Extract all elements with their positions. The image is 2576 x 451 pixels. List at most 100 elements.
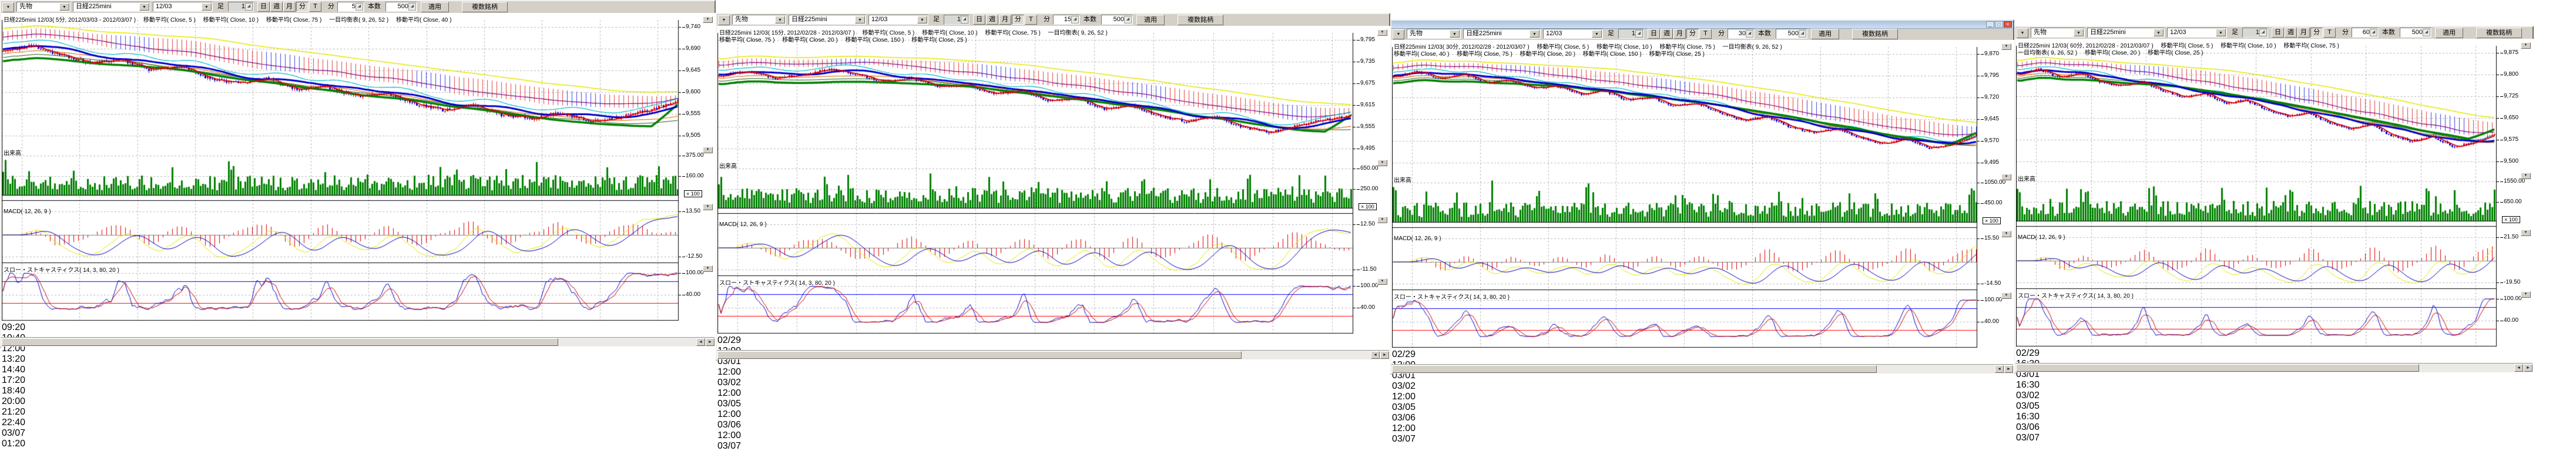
period-button-2[interactable]: 月 bbox=[1673, 29, 1686, 39]
pane-scale-button[interactable]: ▼ bbox=[1377, 217, 1387, 223]
bars-spinner[interactable]: 500◢ bbox=[385, 2, 417, 12]
pane-scale-button[interactable]: ▼ bbox=[2001, 174, 2011, 180]
period-button-0[interactable]: 日 bbox=[257, 2, 270, 12]
scroll-right-icon[interactable]: ► bbox=[706, 338, 715, 346]
minute-spinner[interactable]: 15◢ bbox=[1053, 15, 1080, 25]
period-button-3[interactable]: 分 bbox=[1012, 15, 1024, 25]
chevron-down-icon[interactable]: ▼ bbox=[1530, 30, 1539, 38]
scroll-right-icon[interactable]: ► bbox=[1380, 351, 1389, 359]
chevron-down-icon[interactable]: ▼ bbox=[855, 16, 865, 23]
multi-symbol-button[interactable]: 複数銘柄 bbox=[1852, 29, 1898, 39]
bar-count-spinner[interactable]: 1◢ bbox=[228, 2, 254, 12]
period-button-0[interactable]: 日 bbox=[973, 15, 985, 25]
horizontal-scrollbar[interactable]: ◄► bbox=[717, 350, 1389, 359]
minimize-button[interactable]: _ bbox=[1986, 21, 1994, 28]
chevron-down-icon[interactable]: ▼ bbox=[917, 16, 927, 23]
chevron-down-icon[interactable]: ▼ bbox=[59, 3, 69, 11]
bar-count-spinner[interactable]: 1◢ bbox=[1618, 29, 1644, 39]
period-button-4[interactable]: T bbox=[1699, 29, 1712, 39]
apply-button[interactable]: 適用 bbox=[2435, 28, 2463, 38]
period-button-4[interactable]: T bbox=[1025, 15, 1037, 25]
spinner-icon[interactable]: ◢ bbox=[2259, 29, 2267, 36]
symbol-select[interactable]: 日経225mini▼ bbox=[73, 2, 150, 12]
pane-scale-button[interactable]: ▼ bbox=[1377, 29, 1387, 36]
pane-scale-button[interactable]: ▼ bbox=[2001, 43, 2011, 50]
category-select[interactable]: 先物▼ bbox=[732, 15, 786, 25]
bars-spinner[interactable]: 500◢ bbox=[2400, 28, 2431, 38]
spinner-icon[interactable]: ◢ bbox=[2423, 29, 2430, 36]
pane-scale-button[interactable]: ▼ bbox=[2521, 42, 2531, 49]
pane-scale-button[interactable]: ▼ bbox=[2001, 292, 2011, 299]
pane-scale-button[interactable]: ▼ bbox=[2521, 291, 2531, 298]
bar-count-spinner[interactable]: 1◢ bbox=[2242, 28, 2268, 38]
spinner-icon[interactable]: ◢ bbox=[2370, 29, 2377, 36]
window-menu-button[interactable]: ▼ bbox=[718, 15, 730, 25]
contract-select[interactable]: 12/03▼ bbox=[153, 2, 213, 12]
horizontal-scrollbar[interactable]: ◄► bbox=[1, 337, 715, 346]
spinner-icon[interactable]: ◢ bbox=[1124, 16, 1132, 23]
symbol-select[interactable]: 日経225mini▼ bbox=[2087, 28, 2165, 38]
apply-button[interactable]: 適用 bbox=[421, 2, 449, 12]
minute-spinner[interactable]: 30◢ bbox=[1728, 29, 1755, 39]
category-select[interactable]: 先物▼ bbox=[16, 2, 71, 12]
period-button-3[interactable]: 分 bbox=[2310, 28, 2323, 38]
apply-button[interactable]: 適用 bbox=[1136, 15, 1165, 25]
minute-spinner[interactable]: 60◢ bbox=[2352, 28, 2379, 38]
pane-scale-button[interactable]: ▼ bbox=[703, 265, 713, 272]
contract-select[interactable]: 12/03▼ bbox=[868, 15, 928, 25]
maximize-button[interactable]: □ bbox=[1995, 21, 2003, 28]
scrollbar-thumb[interactable] bbox=[2, 338, 558, 346]
bar-count-spinner[interactable]: 1◢ bbox=[944, 15, 970, 25]
category-select[interactable]: 先物▼ bbox=[1407, 29, 1461, 39]
spinner-icon[interactable]: ◢ bbox=[408, 3, 416, 11]
scroll-left-icon[interactable]: ◄ bbox=[1371, 351, 1380, 359]
period-button-1[interactable]: 週 bbox=[1661, 29, 1673, 39]
spinner-icon[interactable]: ◢ bbox=[1635, 30, 1643, 38]
chevron-down-icon[interactable]: ▼ bbox=[2074, 29, 2084, 36]
period-button-3[interactable]: 分 bbox=[1686, 29, 1699, 39]
scroll-left-icon[interactable]: ◄ bbox=[696, 338, 705, 346]
chevron-down-icon[interactable]: ▼ bbox=[2154, 29, 2164, 36]
close-icon[interactable]: × bbox=[2004, 21, 2012, 28]
pane-scale-button[interactable]: ▼ bbox=[2001, 231, 2011, 237]
scroll-left-icon[interactable]: ◄ bbox=[1995, 365, 2004, 373]
multi-symbol-button[interactable]: 複数銘柄 bbox=[2476, 28, 2522, 38]
multi-symbol-button[interactable]: 複数銘柄 bbox=[462, 2, 508, 12]
bars-spinner[interactable]: 500◢ bbox=[1101, 15, 1133, 25]
apply-button[interactable]: 適用 bbox=[1811, 29, 1839, 39]
scroll-left-icon[interactable]: ◄ bbox=[2514, 364, 2523, 372]
spinner-icon[interactable]: ◢ bbox=[1746, 30, 1753, 38]
chevron-down-icon[interactable]: ▼ bbox=[2216, 29, 2226, 36]
chevron-down-icon[interactable]: ▼ bbox=[202, 3, 212, 11]
spinner-icon[interactable]: ◢ bbox=[1071, 16, 1079, 23]
pane-scale-button[interactable]: ▼ bbox=[1377, 160, 1387, 166]
period-button-3[interactable]: 分 bbox=[296, 2, 308, 12]
pane-scale-button[interactable]: ▼ bbox=[2521, 230, 2531, 236]
period-button-0[interactable]: 日 bbox=[1648, 29, 1660, 39]
period-button-1[interactable]: 週 bbox=[986, 15, 998, 25]
contract-select[interactable]: 12/03▼ bbox=[1543, 29, 1603, 39]
chevron-down-icon[interactable]: ▼ bbox=[1450, 30, 1460, 38]
spinner-icon[interactable]: ◢ bbox=[1799, 30, 1806, 38]
window-menu-button[interactable]: ▼ bbox=[2, 2, 14, 12]
period-button-1[interactable]: 週 bbox=[270, 2, 283, 12]
minute-spinner[interactable]: 5◢ bbox=[337, 2, 364, 12]
pane-scale-button[interactable]: ▼ bbox=[1377, 278, 1387, 285]
category-select[interactable]: 先物▼ bbox=[2031, 28, 2085, 38]
spinner-icon[interactable]: ◢ bbox=[961, 16, 968, 23]
window-menu-button[interactable]: ▼ bbox=[1393, 29, 1404, 39]
window-titlebar[interactable]: _□× bbox=[1391, 21, 2013, 29]
period-button-4[interactable]: T bbox=[309, 2, 321, 12]
period-button-2[interactable]: 月 bbox=[2297, 28, 2310, 38]
chevron-down-icon[interactable]: ▼ bbox=[1592, 30, 1602, 38]
scrollbar-thumb[interactable] bbox=[2016, 364, 2419, 372]
spinner-icon[interactable]: ◢ bbox=[355, 3, 363, 11]
symbol-select[interactable]: 日経225mini▼ bbox=[1463, 29, 1541, 39]
chevron-down-icon[interactable]: ▼ bbox=[139, 3, 149, 11]
chevron-down-icon[interactable]: ▼ bbox=[775, 16, 785, 23]
bars-spinner[interactable]: 500◢ bbox=[1776, 29, 1807, 39]
symbol-select[interactable]: 日経225mini▼ bbox=[789, 15, 866, 25]
pane-scale-button[interactable]: ▼ bbox=[2521, 173, 2531, 179]
contract-select[interactable]: 12/03▼ bbox=[2167, 28, 2227, 38]
multi-symbol-button[interactable]: 複数銘柄 bbox=[1178, 15, 1223, 25]
